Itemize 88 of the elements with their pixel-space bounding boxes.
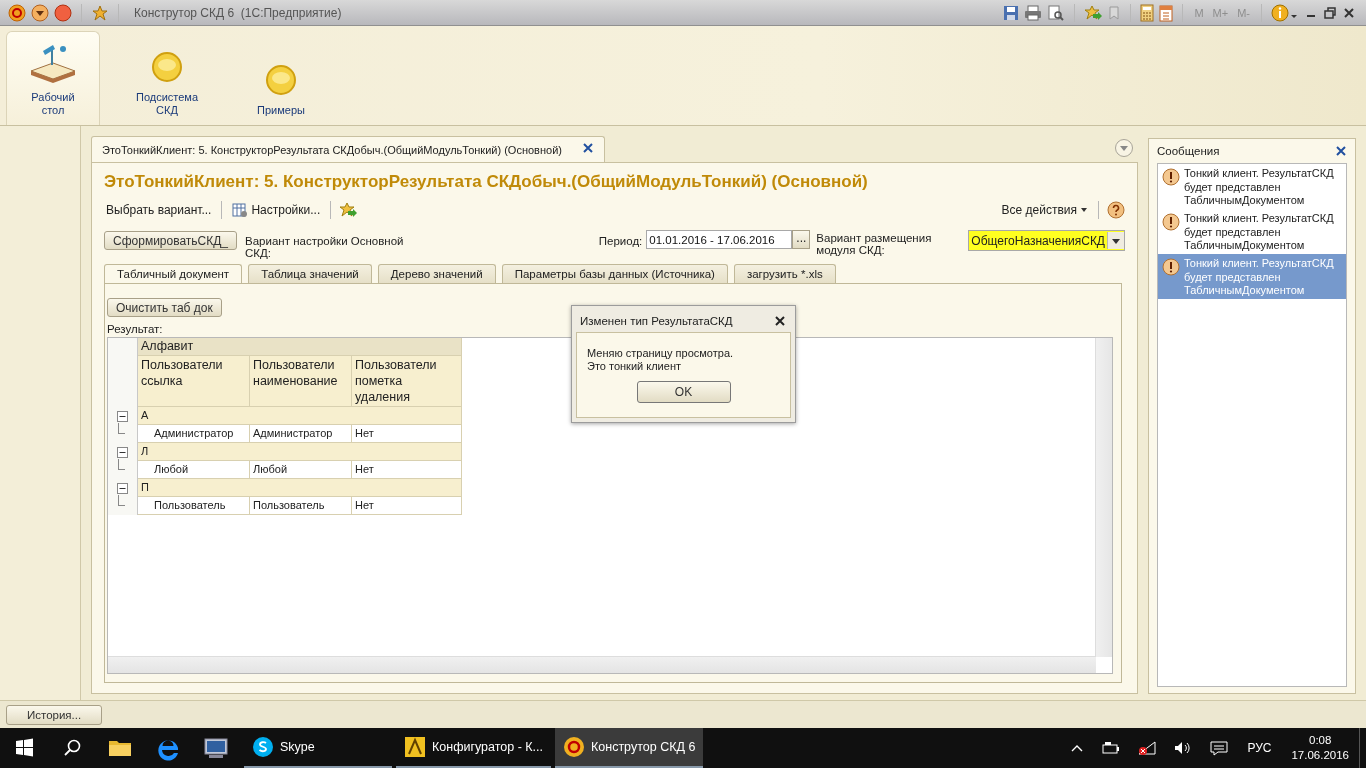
tree-line (118, 423, 125, 434)
calculator-icon[interactable] (1140, 3, 1155, 22)
message-item[interactable]: Тонкий клиент. РезультатСКД будет представлен ТабличнымДокументом (1158, 209, 1346, 254)
preview-icon[interactable] (1047, 4, 1066, 21)
table-cell: Нет (352, 425, 462, 443)
generate-button[interactable]: СформироватьСКД_ (104, 231, 238, 250)
warning-icon (1162, 258, 1180, 276)
settings-icon (232, 202, 249, 218)
taskbar-app[interactable]: Конструтор СКД 6 (555, 728, 704, 768)
star-arrow-icon[interactable] (339, 202, 358, 218)
app-icon (563, 736, 585, 758)
dialog-message: Это тонкий клиент (587, 360, 682, 373)
dialog-title: Изменен тип РезультатаСКД (580, 315, 733, 327)
messages-title: Сообщения (1157, 145, 1220, 157)
star-arrow-icon[interactable] (1084, 4, 1103, 21)
collapse-icon[interactable] (1114, 138, 1134, 158)
history-button[interactable]: История... (6, 704, 103, 725)
calendar-icon[interactable] (1159, 3, 1174, 22)
clear-button[interactable]: Очистить таб док (107, 298, 222, 317)
notification-icon[interactable] (1209, 740, 1230, 756)
window-title: Конструтор СКД 6 (1С:Предприятие) (134, 5, 342, 20)
star-icon[interactable] (91, 3, 109, 22)
disc-icon (265, 64, 297, 96)
select-button[interactable]: ... (792, 230, 811, 249)
tree-line (118, 459, 125, 470)
placement-label: Вариант размещения модуля СКД: (816, 232, 933, 256)
table-cell: Пользователь (250, 497, 352, 515)
info-icon[interactable] (1271, 3, 1299, 22)
warning-icon (1162, 168, 1180, 186)
caret-icon (1080, 207, 1088, 213)
collapse-toggle-icon[interactable] (117, 482, 128, 494)
network-off-icon[interactable] (1137, 740, 1158, 756)
period-field[interactable]: 01.01.2016 - 17.06.2016 (646, 230, 793, 249)
table-cell: Нет (352, 497, 462, 515)
restore-icon[interactable] (1323, 5, 1337, 20)
column-header: Пользователи пометка удаления (352, 356, 462, 407)
ok-button[interactable]: OK (636, 381, 731, 403)
variant-label: Вариант настройки Основной СКД: (245, 235, 405, 259)
table-cell: Администратор (138, 425, 250, 443)
disc-icon (151, 51, 183, 83)
collapse-toggle-icon[interactable] (117, 410, 128, 422)
group-row: Л (138, 443, 462, 461)
table-cell: Любой (138, 461, 250, 479)
app-logo-icon[interactable] (8, 3, 26, 22)
tab[interactable]: Параметры базы данных (Источника) (501, 264, 728, 283)
taskbar-app[interactable]: Конфигуратор - К... (396, 728, 551, 768)
section-button[interactable]: Примеры (234, 31, 328, 125)
save-icon[interactable] (1003, 4, 1020, 21)
tab[interactable]: Табличный документ (104, 264, 243, 283)
column-header: Пользователи ссылка (138, 356, 250, 407)
table-cell: Любой (250, 461, 352, 479)
warning-icon (1162, 213, 1180, 231)
dialog-message: Меняю страницу просмотра. (587, 347, 735, 360)
form-tab[interactable]: ЭтоТонкийКлиент: 5. КонструкторРезультата СКДобыч.(ОбщийМодульТонкий) (Основной) (91, 136, 605, 162)
period-label: Период: (598, 235, 643, 247)
power-icon[interactable] (1101, 740, 1122, 756)
result-label: Результат: (107, 323, 164, 337)
group-row: А (138, 407, 462, 425)
form-heading: ЭтоТонкийКлиент: 5. КонструкторРезультата СКДобыч.(ОбщийМодульТонкий) (Основной) (104, 171, 869, 193)
tab[interactable]: Дерево значений (377, 264, 496, 283)
dropdown-icon[interactable] (31, 3, 49, 22)
language-indicator[interactable]: РУС (1247, 741, 1272, 755)
all-actions-button[interactable]: Все действия (999, 203, 1090, 217)
vertical-scrollbar[interactable] (1095, 338, 1112, 657)
print-icon[interactable] (1024, 4, 1043, 21)
app-icon (404, 736, 426, 758)
collapse-toggle-icon[interactable] (117, 446, 128, 458)
group-row: П (138, 479, 462, 497)
clock-time[interactable]: 0:08 (1309, 733, 1332, 748)
app-icon (252, 736, 274, 758)
tab[interactable]: загрузить *.xls (733, 264, 836, 283)
table-cell: Администратор (250, 425, 352, 443)
tree-line (118, 495, 125, 506)
settings-button[interactable]: Настройки... (230, 202, 323, 218)
help-icon[interactable] (1107, 201, 1125, 219)
group-header: Алфавит (138, 338, 462, 356)
clock-date[interactable]: 17.06.2016 (1291, 748, 1349, 763)
table-cell: Нет (352, 461, 462, 479)
section-button[interactable]: Рабочий стол (6, 31, 100, 125)
taskbar-app[interactable]: Skype (244, 728, 392, 768)
tab[interactable]: Таблица значений (248, 264, 372, 283)
column-header: Пользователи наименование (250, 356, 352, 407)
placement-select[interactable]: ОбщегоНазначенияСКД (968, 230, 1125, 251)
choose-variant-button[interactable]: Выбрать вариант... (104, 203, 214, 217)
section-button[interactable]: Подсистема СКД (120, 31, 214, 125)
table-cell: Пользователь (138, 497, 250, 515)
horizontal-scrollbar[interactable] (108, 656, 1096, 673)
message-item[interactable]: Тонкий клиент. РезультатСКД будет представлен ТабличнымДокументом (1158, 164, 1346, 209)
